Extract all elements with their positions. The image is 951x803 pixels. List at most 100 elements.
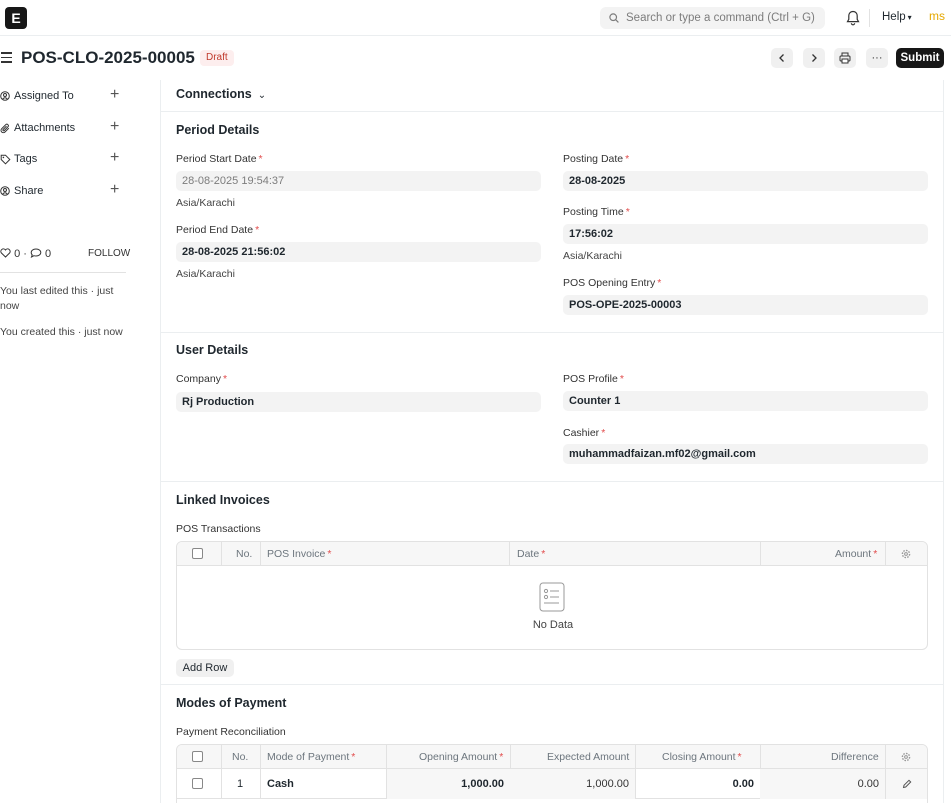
print-button[interactable] (834, 48, 856, 68)
period-start-label: Period Start Date * (176, 153, 263, 165)
chevron-right-icon (812, 54, 817, 62)
col-amount: Amount * (835, 548, 878, 560)
period-start-timezone: Asia/Karachi (176, 197, 235, 209)
sidebar-item-assigned-to[interactable]: Assigned To + (0, 86, 126, 106)
previous-doc-button[interactable] (771, 48, 793, 68)
table-header: No. Mode of Payment * Opening Amount * Exp… (177, 745, 927, 769)
col-no: No. (232, 751, 249, 763)
section-divider (160, 481, 944, 482)
tag-icon (0, 154, 11, 165)
next-doc-button[interactable] (803, 48, 825, 68)
sidebar-item-tags[interactable]: Tags + (0, 149, 126, 169)
opening-entry-input[interactable]: POS-OPE-2025-00003 (563, 295, 928, 315)
posting-time-label: Posting Time * (563, 206, 630, 218)
cashier-label: Cashier * (563, 427, 606, 439)
table-row[interactable]: 1 Cash 1,000.00 1,000.00 0.00 0.00 (177, 769, 927, 799)
plus-icon[interactable]: + (110, 149, 119, 167)
help-label: Help (882, 11, 906, 23)
comments-count: 0 (45, 248, 52, 260)
period-end-timezone: Asia/Karachi (176, 268, 235, 280)
period-end-input[interactable]: 28-08-2025 21:56:02 (176, 242, 541, 262)
row-opening-amount[interactable]: 1,000.00 (386, 769, 504, 799)
pos-profile-label: POS Profile * (563, 373, 624, 385)
section-title-linked-invoices: Linked Invoices (176, 493, 270, 507)
section-title-user-details: User Details (176, 343, 249, 357)
pos-transactions-label: POS Transactions (176, 523, 261, 535)
col-opening-amount: Opening Amount * (419, 751, 504, 763)
search-bar[interactable]: Search or type a command (Ctrl + G) (600, 7, 825, 29)
row-expected-amount: 1,000.00 (586, 778, 629, 790)
col-pos-invoice: POS Invoice * (267, 548, 332, 560)
page-title: POS-CLO-2025-00005 (21, 48, 195, 67)
col-mode-of-payment: Mode of Payment * (267, 751, 356, 763)
period-start-input: 28-08-2025 19:54:37 (176, 171, 541, 191)
col-closing-amount: Closing Amount * (662, 751, 742, 763)
connections-label: Connections (176, 87, 252, 101)
company-input[interactable]: Rj Production (176, 392, 541, 412)
add-row-button[interactable]: Add Row (176, 659, 234, 677)
section-title-modes-of-payment: Modes of Payment (176, 696, 287, 710)
status-badge: Draft (200, 50, 234, 66)
more-actions-button[interactable]: ··· (866, 48, 888, 68)
likes-count: 0 (14, 248, 21, 260)
col-difference: Difference (831, 751, 879, 763)
navbar: E Search or type a command (Ctrl + G) He… (0, 0, 951, 36)
table-header: No. POS Invoice * Date * Amount * (177, 542, 927, 566)
pos-profile-input[interactable]: Counter 1 (563, 391, 928, 411)
section-title-period-details: Period Details (176, 123, 260, 137)
posting-time-timezone: Asia/Karachi (563, 250, 622, 262)
posting-date-input[interactable]: 28-08-2025 (563, 171, 928, 191)
gear-icon[interactable] (901, 752, 911, 762)
paperclip-icon (0, 123, 10, 134)
comment-icon[interactable] (30, 248, 42, 259)
edit-pencil-icon[interactable] (902, 779, 912, 789)
user-add-icon (0, 91, 10, 101)
row-closing-amount[interactable]: 0.00 (635, 769, 754, 799)
row-checkbox[interactable] (192, 778, 203, 789)
printer-icon (839, 52, 851, 64)
empty-list-icon (539, 582, 565, 612)
select-all-checkbox[interactable] (192, 548, 203, 559)
row-difference: 0.00 (857, 778, 879, 790)
user-avatar[interactable]: ms (929, 9, 945, 23)
col-expected-amount: Expected Amount (547, 751, 630, 763)
row-no: 1 (237, 778, 244, 790)
search-icon (609, 13, 619, 23)
search-placeholder: Search or type a command (Ctrl + G) (626, 12, 815, 24)
plus-icon[interactable]: + (110, 86, 119, 104)
sidebar-toggle-icon[interactable] (1, 52, 12, 64)
posting-time-input[interactable]: 17:56:02 (563, 224, 928, 244)
last-edited-text: You last edited this · just now (0, 285, 114, 312)
no-data-text: No Data (532, 619, 574, 631)
select-all-checkbox[interactable] (192, 751, 203, 762)
posting-date-label: Posting Date * (563, 153, 630, 165)
row-mode[interactable]: Cash (267, 769, 294, 799)
heart-icon[interactable] (0, 248, 11, 258)
period-end-label: Period End Date * (176, 224, 260, 236)
chevron-down-icon: ⌄ (257, 90, 267, 101)
help-menu[interactable]: Help ▾ (882, 11, 912, 23)
plus-icon[interactable]: + (110, 181, 119, 199)
chevron-down-icon: ▾ (907, 13, 912, 22)
app-logo[interactable]: E (5, 7, 27, 29)
plus-icon[interactable]: + (110, 118, 119, 136)
sidebar-item-label: Share (14, 185, 44, 197)
section-divider (160, 332, 944, 333)
col-no: No. (236, 548, 253, 560)
notification-bell-icon[interactable] (846, 10, 860, 26)
connections-toggle[interactable]: Connections ⌄ (176, 87, 266, 101)
navbar-divider (869, 9, 870, 27)
sidebar-stats: 0 · 0 FOLLOW (0, 248, 130, 260)
sidebar-item-attachments[interactable]: Attachments + (0, 118, 126, 138)
gear-icon[interactable] (901, 549, 911, 559)
sidebar-item-share[interactable]: Share + (0, 181, 126, 201)
sidebar-divider (0, 272, 126, 273)
cashier-input[interactable]: muhammadfaizan.mf02@gmail.com (563, 444, 928, 464)
follow-button[interactable]: FOLLOW (88, 248, 130, 259)
submit-button[interactable]: Submit (896, 48, 944, 68)
col-date: Date * (517, 548, 546, 560)
pos-transactions-table: No. POS Invoice * Date * Amount * No Data (176, 541, 928, 650)
payment-reconciliation-table: No. Mode of Payment * Opening Amount * Exp… (176, 744, 928, 803)
section-divider (160, 684, 944, 685)
opening-entry-label: POS Opening Entry * (563, 277, 662, 289)
